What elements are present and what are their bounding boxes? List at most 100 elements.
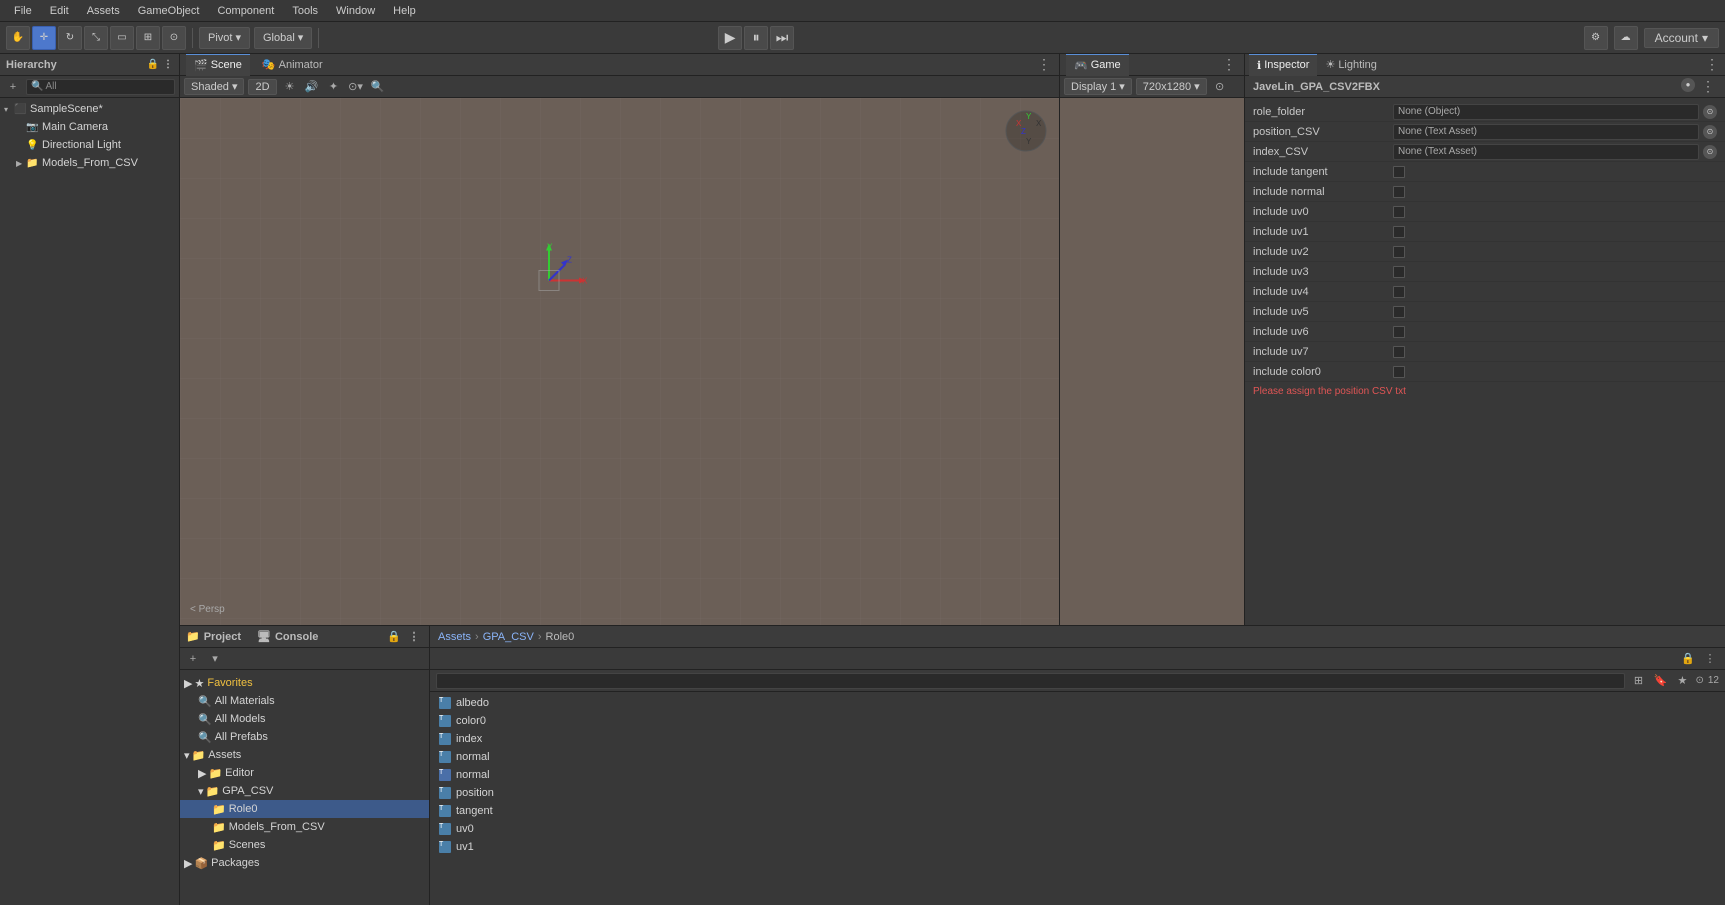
tab-scene[interactable]: 🎬 Scene <box>186 54 250 76</box>
file-item-position[interactable]: T position <box>434 784 1721 802</box>
tab-inspector[interactable]: ℹ Inspector <box>1249 54 1317 76</box>
rotate-tool-btn[interactable]: ↻ <box>58 26 82 50</box>
step-button[interactable]: ⏭ <box>770 26 794 50</box>
role-folder-field[interactable]: None (Object) <box>1393 104 1699 120</box>
assets-group[interactable]: ▾ 📁 Assets <box>180 746 429 764</box>
tab-game[interactable]: 🎮 Game <box>1066 54 1129 76</box>
include-tangent-checkbox[interactable] <box>1393 166 1405 178</box>
tab-lighting[interactable]: ☀ Lighting <box>1317 54 1384 76</box>
favorites-group[interactable]: ▶ ★ Favorites <box>180 674 429 692</box>
editor-folder-item[interactable]: ▶ 📁 Editor <box>180 764 429 782</box>
filebrowser-filter-btn[interactable]: 🔖 <box>1651 672 1669 690</box>
account-button[interactable]: Account ▾ <box>1644 28 1719 48</box>
index-csv-picker-btn[interactable]: ⊙ <box>1703 145 1717 159</box>
rect-tool-btn[interactable]: ▭ <box>110 26 134 50</box>
gizmos-dropdown-btn[interactable]: ⊙▾ <box>347 78 365 96</box>
hierarchy-item-modelsfromcsv[interactable]: ▶ 📁 Models_From_CSV <box>0 154 179 172</box>
filebrowser-lock-btn[interactable]: 🔒 <box>1679 650 1697 668</box>
inspector-more-btn[interactable]: ⋮ <box>1703 56 1721 74</box>
services-btn[interactable]: ⚙ <box>1584 26 1608 50</box>
include-uv7-checkbox[interactable] <box>1393 346 1405 358</box>
menu-file[interactable]: File <box>6 3 40 19</box>
menu-help[interactable]: Help <box>385 3 424 19</box>
include-normal-checkbox[interactable] <box>1393 186 1405 198</box>
filebrowser-star-btn[interactable]: ★ <box>1673 672 1691 690</box>
position-csv-picker-btn[interactable]: ⊙ <box>1703 125 1717 139</box>
display-btn[interactable]: Display 1 ▾ <box>1064 78 1132 95</box>
resolution-btn[interactable]: 720x1280 ▾ <box>1136 78 1207 95</box>
effects-toggle-btn[interactable]: ✦ <box>325 78 343 96</box>
project-lock-btn[interactable]: 🔒 <box>385 628 403 646</box>
menu-tools[interactable]: Tools <box>284 3 326 19</box>
global-toggle[interactable]: Global ▾ <box>254 27 312 49</box>
include-uv0-checkbox[interactable] <box>1393 206 1405 218</box>
csv-options-btn[interactable]: ● <box>1681 78 1695 92</box>
project-add-btn[interactable]: + <box>184 650 202 668</box>
include-uv5-checkbox[interactable] <box>1393 306 1405 318</box>
index-csv-field[interactable]: None (Text Asset) <box>1393 144 1699 160</box>
2d-toggle-btn[interactable]: 2D <box>248 79 276 95</box>
hand-tool-btn[interactable]: ✋ <box>6 26 30 50</box>
filebrowser-more-btn[interactable]: ⋮ <box>1701 650 1719 668</box>
filebrowser-view-btn[interactable]: ⊞ <box>1629 672 1647 690</box>
include-uv4-checkbox[interactable] <box>1393 286 1405 298</box>
scale-tool-btn[interactable]: ⤡ <box>84 26 108 50</box>
universal-tool-btn[interactable]: ⊞ <box>136 26 160 50</box>
include-color0-checkbox[interactable] <box>1393 366 1405 378</box>
hierarchy-item-directionallight[interactable]: 💡 Directional Light <box>0 136 179 154</box>
include-uv1-checkbox[interactable] <box>1393 226 1405 238</box>
packages-group[interactable]: ▶ 📦 Packages <box>180 854 429 872</box>
hierarchy-search-placeholder[interactable]: All <box>45 81 56 92</box>
position-csv-field[interactable]: None (Text Asset) <box>1393 124 1699 140</box>
all-prefabs-item[interactable]: 🔍 All Prefabs <box>180 728 429 746</box>
cloud-btn[interactable]: ☁ <box>1614 26 1638 50</box>
menu-window[interactable]: Window <box>328 3 383 19</box>
all-materials-item[interactable]: 🔍 All Materials <box>180 692 429 710</box>
pivot-toggle[interactable]: Pivot ▾ <box>199 27 250 49</box>
scenes-folder-item[interactable]: 📁 Scenes <box>180 836 429 854</box>
play-button[interactable]: ▶ <box>718 26 742 50</box>
csv-more-btn[interactable]: ⋮ <box>1699 78 1717 96</box>
tab-animator[interactable]: 🎭 Animator <box>254 54 331 76</box>
menu-component[interactable]: Component <box>209 3 282 19</box>
file-item-uv1[interactable]: T uv1 <box>434 838 1721 856</box>
game-gizmos-btn[interactable]: ⊙ <box>1211 78 1229 96</box>
file-item-normal1[interactable]: T normal <box>434 748 1721 766</box>
lighting-toggle-btn[interactable]: ☀ <box>281 78 299 96</box>
include-uv2-checkbox[interactable] <box>1393 246 1405 258</box>
hierarchy-lock-icon[interactable]: 🔒 <box>147 59 159 70</box>
hierarchy-item-maincamera[interactable]: 📷 Main Camera <box>0 118 179 136</box>
file-item-index[interactable]: T index <box>434 730 1721 748</box>
audio-toggle-btn[interactable]: 🔊 <box>303 78 321 96</box>
menu-assets[interactable]: Assets <box>79 3 128 19</box>
hierarchy-item-samplescene[interactable]: ▾ ⬛ SampleScene* <box>0 100 179 118</box>
models-folder-item[interactable]: 📁 Models_From_CSV <box>180 818 429 836</box>
file-search-input[interactable] <box>436 673 1625 689</box>
role0-folder-item[interactable]: 📁 Role0 <box>180 800 429 818</box>
hierarchy-add-btn[interactable]: + <box>4 78 22 96</box>
menu-gameobject[interactable]: GameObject <box>130 3 208 19</box>
all-models-item[interactable]: 🔍 All Models <box>180 710 429 728</box>
menu-edit[interactable]: Edit <box>42 3 77 19</box>
file-item-uv0[interactable]: T uv0 <box>434 820 1721 838</box>
file-item-tangent[interactable]: T tangent <box>434 802 1721 820</box>
role-folder-picker-btn[interactable]: ⊙ <box>1703 105 1717 119</box>
move-tool-btn[interactable]: ✛ <box>32 26 56 50</box>
custom-tool-btn[interactable]: ⊙ <box>162 26 186 50</box>
pause-button[interactable]: ⏸ <box>744 26 768 50</box>
scene-search-btn[interactable]: 🔍 <box>369 78 387 96</box>
file-item-normal2[interactable]: T normal <box>434 766 1721 784</box>
file-item-color0[interactable]: T color0 <box>434 712 1721 730</box>
hierarchy-more-icon[interactable]: ⋮ <box>163 59 173 70</box>
file-item-albedo[interactable]: T albedo <box>434 694 1721 712</box>
include-uv3-checkbox[interactable] <box>1393 266 1405 278</box>
project-more-btn[interactable]: ⋮ <box>405 628 423 646</box>
include-uv6-checkbox[interactable] <box>1393 326 1405 338</box>
shading-mode-btn[interactable]: Shaded ▾ <box>184 78 244 95</box>
game-more-btn[interactable]: ⋮ <box>1220 56 1238 74</box>
project-arrow-btn[interactable]: ▾ <box>206 650 224 668</box>
scene-more-btn[interactable]: ⋮ <box>1035 56 1053 74</box>
gpa-csv-folder-item[interactable]: ▾ 📁 GPA_CSV <box>180 782 429 800</box>
breadcrumb-gpa-csv[interactable]: GPA_CSV <box>483 631 534 643</box>
breadcrumb-assets[interactable]: Assets <box>438 631 471 643</box>
